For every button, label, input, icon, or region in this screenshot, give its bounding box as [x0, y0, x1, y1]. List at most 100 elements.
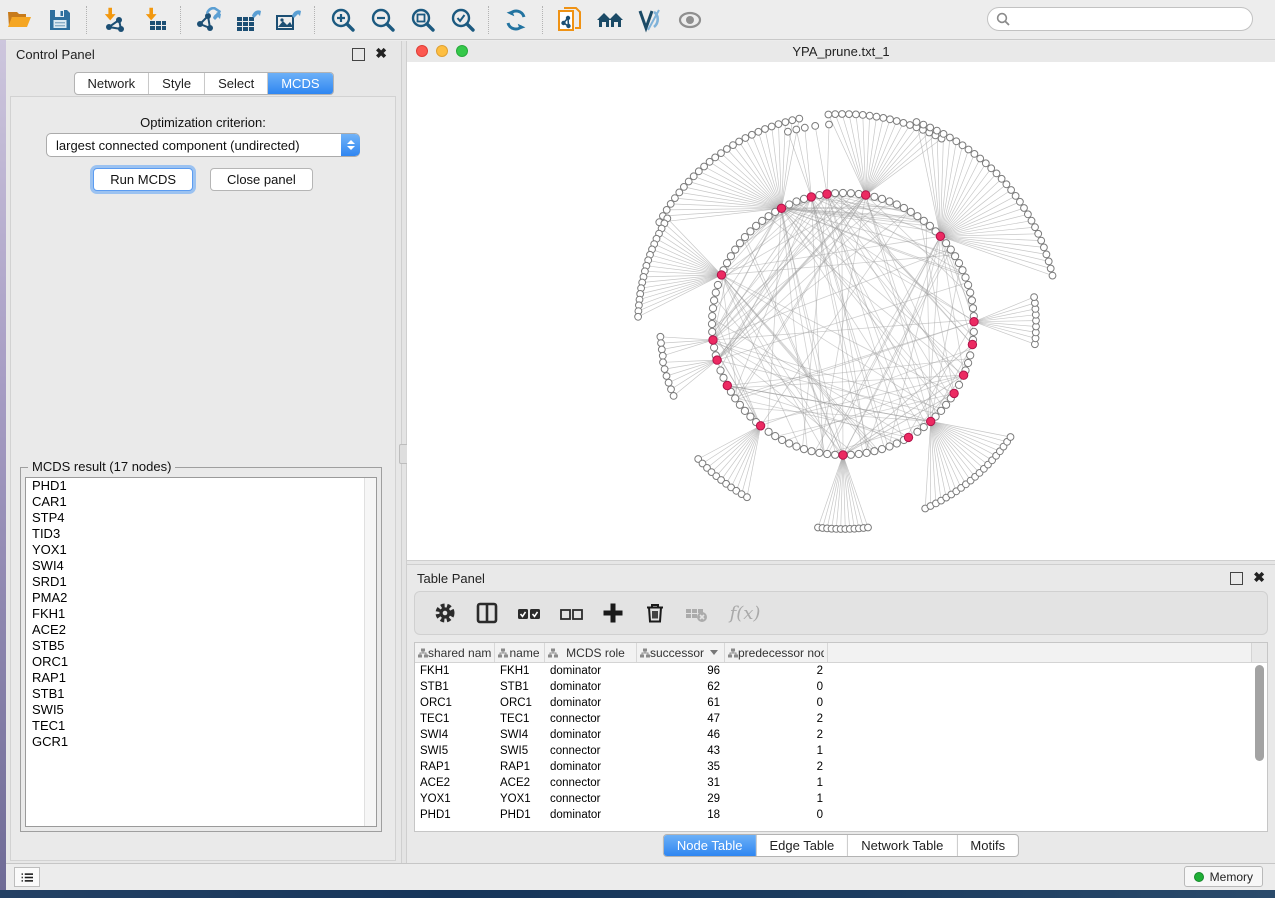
- mcds-result-item[interactable]: SRD1: [26, 574, 376, 590]
- delete-column-button[interactable]: [639, 597, 671, 629]
- export-network-button[interactable]: [191, 4, 225, 36]
- import-table-button[interactable]: [137, 4, 171, 36]
- refresh-icon: [503, 7, 530, 33]
- float-panel-icon[interactable]: [352, 48, 365, 61]
- search-input[interactable]: [1015, 11, 1252, 27]
- cell-shared-name: YOX1: [415, 793, 495, 805]
- mcds-result-item[interactable]: PHD1: [26, 478, 376, 494]
- open-file-button[interactable]: [3, 4, 37, 36]
- run-mcds-button[interactable]: Run MCDS: [93, 168, 193, 191]
- mcds-result-item[interactable]: SWI5: [26, 702, 376, 718]
- table-settings-button[interactable]: [429, 597, 461, 629]
- graphics-details-button[interactable]: [633, 4, 667, 36]
- export-image-icon: [275, 7, 302, 33]
- table-row[interactable]: STB1STB1dominator620: [415, 679, 1267, 695]
- cell-predecessor-nodes: 1: [725, 745, 828, 757]
- ndex-houses-button[interactable]: [593, 4, 627, 36]
- tab-edge-table[interactable]: Edge Table: [755, 835, 847, 856]
- column-header-shared-name[interactable]: shared name: [415, 643, 495, 662]
- add-column-button[interactable]: [597, 597, 629, 629]
- table-row[interactable]: SWI4SWI4dominator462: [415, 727, 1267, 743]
- tab-select[interactable]: Select: [204, 73, 267, 94]
- network-view-title: YPA_prune.txt_1: [407, 44, 1275, 59]
- show-columns-button[interactable]: [471, 597, 503, 629]
- cell-successor-nodes: 96: [637, 665, 725, 677]
- mcds-result-item[interactable]: SWI4: [26, 558, 376, 574]
- column-header-label: successor nodes: [650, 646, 707, 660]
- mcds-result-item[interactable]: YOX1: [26, 542, 376, 558]
- mcds-result-list[interactable]: PHD1CAR1STP4TID3YOX1SWI4SRD1PMA2FKH1ACE2…: [25, 477, 377, 827]
- zoom-in-button[interactable]: [325, 4, 359, 36]
- cell-predecessor-nodes: 2: [725, 729, 828, 741]
- export-table-button[interactable]: [231, 4, 265, 36]
- cell-successor-nodes: 62: [637, 681, 725, 693]
- column-header-name[interactable]: name: [495, 643, 545, 662]
- mcds-result-item[interactable]: FKH1: [26, 606, 376, 622]
- close-panel-icon[interactable]: ✖: [375, 46, 387, 60]
- zoom-out-button[interactable]: [365, 4, 399, 36]
- unchecked-boxes-icon: [557, 600, 585, 626]
- mcds-result-item[interactable]: TID3: [26, 526, 376, 542]
- table-row[interactable]: SWI5SWI5connector431: [415, 743, 1267, 759]
- refresh-layout-button[interactable]: [499, 4, 533, 36]
- import-network-button[interactable]: [97, 4, 131, 36]
- close-panel-icon[interactable]: ✖: [1253, 570, 1265, 584]
- deselect-all-button[interactable]: [555, 597, 587, 629]
- column-header-predecessor-nodes[interactable]: predecessor nodes: [725, 643, 828, 662]
- tab-style[interactable]: Style: [148, 73, 204, 94]
- mcds-result-item[interactable]: RAP1: [26, 670, 376, 686]
- share-document-button[interactable]: [553, 4, 587, 36]
- select-all-button[interactable]: [513, 597, 545, 629]
- memory-button[interactable]: Memory: [1184, 866, 1263, 887]
- mcds-result-item[interactable]: PMA2: [26, 590, 376, 606]
- network-canvas[interactable]: [407, 62, 1275, 560]
- tab-node-table[interactable]: Node Table: [664, 835, 756, 856]
- column-header-successor-nodes[interactable]: successor nodes: [637, 643, 725, 662]
- float-panel-icon[interactable]: [1230, 572, 1243, 585]
- close-panel-button[interactable]: Close panel: [210, 168, 313, 191]
- optimization-criterion-label: Optimization criterion:: [11, 115, 395, 130]
- mcds-result-item[interactable]: STP4: [26, 510, 376, 526]
- network-graph: [407, 62, 1275, 560]
- save-session-button[interactable]: [43, 4, 77, 36]
- cell-predecessor-nodes: 0: [725, 681, 828, 693]
- table-vertical-scrollbar[interactable]: [1255, 665, 1264, 761]
- table-row[interactable]: RAP1RAP1dominator352: [415, 759, 1267, 775]
- column-header-MCDS-role[interactable]: MCDS role: [545, 643, 637, 662]
- table-row[interactable]: ACE2ACE2connector311: [415, 775, 1267, 791]
- eye-button[interactable]: [673, 4, 707, 36]
- graphics-details-icon: [636, 7, 664, 33]
- delete-table-button[interactable]: [681, 597, 713, 629]
- table-row[interactable]: PHD1PHD1dominator180: [415, 807, 1267, 823]
- tab-motifs[interactable]: Motifs: [956, 835, 1018, 856]
- tab-network-table[interactable]: Network Table: [847, 835, 956, 856]
- cell-name: PHD1: [495, 809, 545, 821]
- mcds-result-item[interactable]: CAR1: [26, 494, 376, 510]
- cell-shared-name: RAP1: [415, 761, 495, 773]
- shared-column-icon: [640, 648, 650, 658]
- table-row[interactable]: YOX1YOX1connector291: [415, 791, 1267, 807]
- mcds-list-scrollbar[interactable]: [364, 478, 376, 826]
- table-panel-title: Table Panel: [417, 571, 485, 586]
- table-panel-titlebar: Table Panel ✖: [407, 565, 1275, 591]
- mcds-result-item[interactable]: GCR1: [26, 734, 376, 750]
- function-builder-button[interactable]: f(x): [723, 597, 767, 629]
- mcds-result-item[interactable]: STB5: [26, 638, 376, 654]
- tab-mcds[interactable]: MCDS: [267, 73, 332, 94]
- criterion-dropdown[interactable]: largest connected component (undirected): [46, 133, 360, 157]
- mcds-result-item[interactable]: ORC1: [26, 654, 376, 670]
- mcds-result-item[interactable]: ACE2: [26, 622, 376, 638]
- show-panels-button[interactable]: [14, 867, 40, 887]
- zoom-selected-button[interactable]: [445, 4, 479, 36]
- tab-network[interactable]: Network: [74, 73, 148, 94]
- table-row[interactable]: FKH1FKH1dominator962: [415, 663, 1267, 679]
- table-row[interactable]: TEC1TEC1connector472: [415, 711, 1267, 727]
- control-panel-tabs: NetworkStyleSelectMCDS: [73, 72, 333, 95]
- mcds-result-item[interactable]: STB1: [26, 686, 376, 702]
- table-row[interactable]: ORC1ORC1dominator610: [415, 695, 1267, 711]
- zoom-fit-button[interactable]: [405, 4, 439, 36]
- export-image-button[interactable]: [271, 4, 305, 36]
- mcds-result-item[interactable]: TEC1: [26, 718, 376, 734]
- cell-predecessor-nodes: 1: [725, 793, 828, 805]
- cell-shared-name: SWI4: [415, 729, 495, 741]
